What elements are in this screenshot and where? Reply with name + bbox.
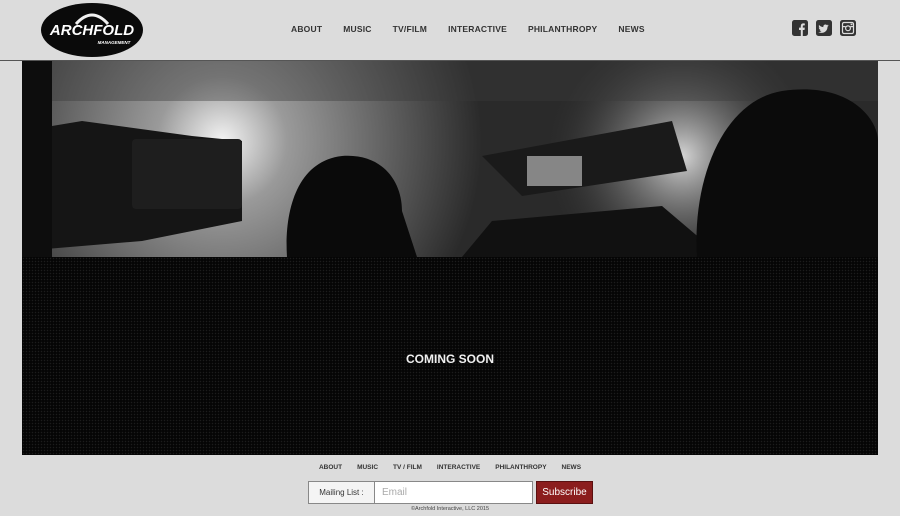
hero-banner-photo	[22, 61, 878, 257]
email-field[interactable]	[375, 481, 533, 504]
nav-philanthropy[interactable]: PHILANTHROPY	[528, 24, 597, 34]
coming-soon-text: COMING SOON	[405, 352, 494, 366]
footer-nav-music[interactable]: MUSIC	[357, 464, 378, 471]
footer-nav: ABOUT MUSIC TV / FILM INTERACTIVE PHILAN…	[0, 464, 900, 471]
instagram-icon[interactable]	[840, 20, 856, 36]
nav-news[interactable]: NEWS	[618, 24, 644, 34]
footer-nav-tv-film[interactable]: TV / FILM	[393, 464, 422, 471]
nav-tv-film[interactable]: TV/FILM	[393, 24, 427, 34]
twitter-icon[interactable]	[816, 20, 832, 36]
social-links	[792, 20, 856, 36]
main-nav: ABOUT MUSIC TV/FILM INTERACTIVE PHILANTH…	[291, 24, 666, 34]
footer-nav-philanthropy[interactable]: PHILANTHROPY	[495, 464, 546, 471]
footer-nav-about[interactable]: ABOUT	[319, 464, 342, 471]
site-header: ARCHFOLD MANAGEMENT ABOUT MUSIC TV/FILM …	[0, 0, 900, 61]
subscribe-button[interactable]: Subscribe	[536, 481, 593, 504]
nav-music[interactable]: MUSIC	[343, 24, 371, 34]
copyright-text: ©Archfold Interactive, LLC 2015	[410, 506, 490, 512]
logo-text: ARCHFOLD	[49, 22, 134, 39]
facebook-icon[interactable]	[792, 20, 808, 36]
footer-nav-news[interactable]: NEWS	[562, 464, 582, 471]
footer-nav-interactive[interactable]: INTERACTIVE	[437, 464, 480, 471]
logo-subtext: MANAGEMENT	[98, 40, 132, 45]
main-content: COMING SOON	[22, 257, 878, 455]
mailing-list-label: Mailing List :	[308, 481, 375, 504]
nav-interactive[interactable]: INTERACTIVE	[448, 24, 507, 34]
archfold-logo[interactable]: ARCHFOLD MANAGEMENT	[40, 2, 144, 58]
nav-about[interactable]: ABOUT	[291, 24, 322, 34]
mailing-list-form: Mailing List : Subscribe	[308, 481, 593, 504]
